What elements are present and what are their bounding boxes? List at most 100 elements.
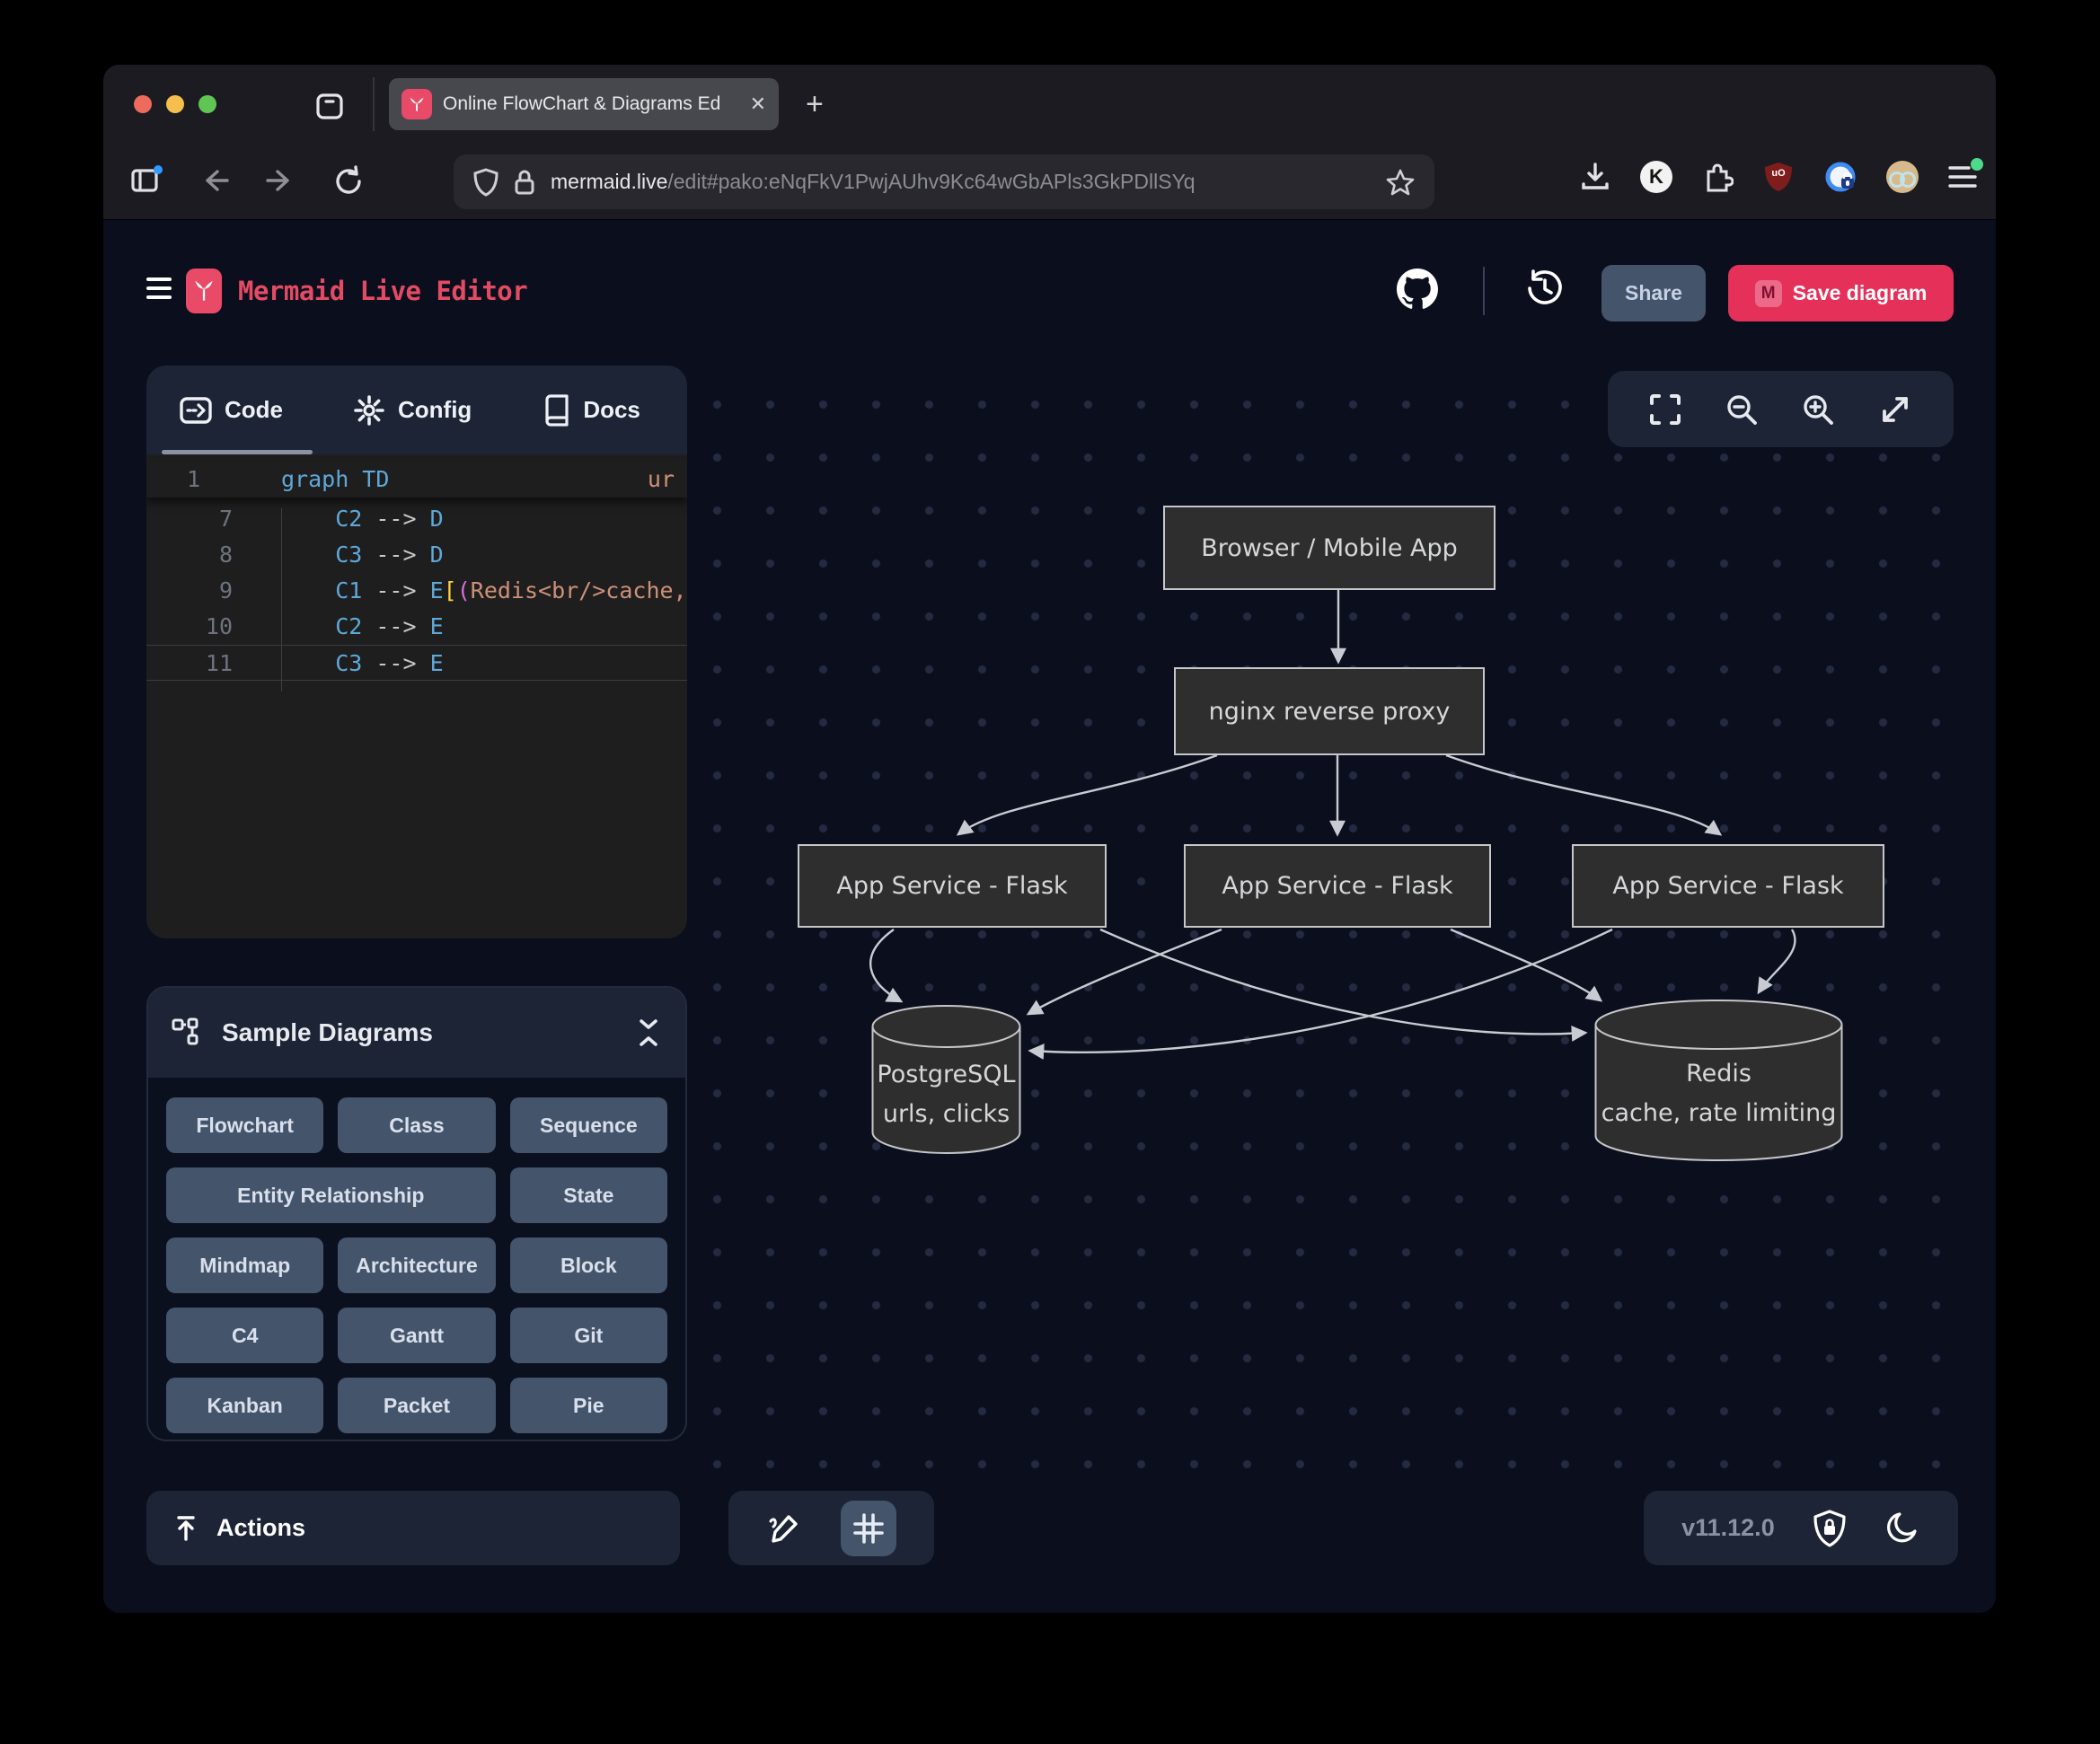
sample-button-mindmap[interactable]: Mindmap — [166, 1238, 323, 1293]
code-line-7[interactable]: 7 C2 --> D — [146, 501, 687, 537]
code-text: graph TD — [281, 462, 389, 498]
sample-diagrams-header[interactable]: Sample Diagrams — [148, 988, 685, 1078]
grid-icon — [853, 1513, 884, 1544]
extensions-puzzle-icon[interactable] — [1701, 161, 1734, 193]
bookmark-star-icon[interactable] — [1386, 168, 1415, 197]
diagram-node-flask-3[interactable]: App Service - Flask — [1572, 844, 1884, 928]
browser-tab[interactable]: Online FlowChart & Diagrams Ed ✕ — [389, 78, 779, 130]
sample-button-gantt[interactable]: Gantt — [338, 1308, 495, 1363]
zoom-out-icon[interactable] — [1724, 392, 1760, 427]
sample-button-sequence[interactable]: Sequence — [510, 1097, 667, 1153]
mermaid-logo — [186, 269, 222, 313]
collapse-icon[interactable] — [635, 1017, 662, 1048]
app-menu-icon[interactable] — [1947, 163, 1978, 190]
mermaid-favicon — [401, 89, 432, 119]
actions-label: Actions — [216, 1514, 305, 1542]
back-icon[interactable] — [198, 165, 230, 196]
diagram-node-browser[interactable]: Browser / Mobile App — [1163, 506, 1496, 590]
diagram-node-nginx[interactable]: nginx reverse proxy — [1174, 667, 1485, 755]
sample-button-block[interactable]: Block — [510, 1238, 667, 1293]
code-line-8[interactable]: 8 C3 --> D — [146, 537, 687, 573]
book-icon — [542, 394, 570, 427]
actions-export-icon — [170, 1512, 202, 1545]
ublock-icon[interactable]: uO — [1762, 161, 1795, 193]
tab-config[interactable]: Config — [353, 394, 472, 427]
line-number: 10 — [146, 609, 236, 645]
avatar-icon[interactable] — [1886, 161, 1919, 193]
code-text: C2 --> D — [281, 501, 444, 537]
tab-title: Online FlowChart & Diagrams Ed — [443, 93, 739, 115]
line-number: 8 — [146, 537, 236, 573]
diagram-node-flask-2[interactable]: App Service - Flask — [1184, 844, 1491, 928]
node-label: nginx reverse proxy — [1209, 698, 1451, 726]
diagram-node-flask-1[interactable]: App Service - Flask — [798, 844, 1107, 928]
grid-toggle-active[interactable] — [841, 1501, 896, 1556]
node-label: Browser / Mobile App — [1201, 534, 1458, 562]
url-bar[interactable]: mermaid.live/edit#pako:eNqFkV1PwjAUhv9Kc… — [454, 154, 1434, 209]
minimize-window-button[interactable] — [166, 95, 184, 113]
code-line-10[interactable]: 10 C2 --> E — [146, 609, 687, 645]
code-text: C1 --> E[(Redis<br/>cache, — [281, 573, 687, 609]
zoom-in-icon[interactable] — [1800, 392, 1836, 427]
canvas-controls — [1608, 371, 1954, 447]
svg-text:uO: uO — [1771, 168, 1786, 179]
sample-button-architecture[interactable]: Architecture — [338, 1238, 495, 1293]
tab-overview-icon[interactable] — [315, 91, 344, 121]
sample-button-entity-relationship[interactable]: Entity Relationship — [166, 1167, 496, 1223]
node-label: Redis — [1594, 1054, 1843, 1094]
overflow-fragment: ur — [648, 462, 675, 498]
sample-button-state[interactable]: State — [510, 1167, 667, 1223]
code-line-1[interactable]: 1 graph TD ur — [146, 462, 687, 498]
code-line-9[interactable]: 9 C1 --> E[(Redis<br/>cache, — [146, 573, 687, 609]
line-number: 11 — [146, 646, 236, 680]
tab-code[interactable]: Code — [180, 396, 283, 424]
app-menu-hamburger-icon[interactable] — [146, 277, 172, 299]
sample-button-class[interactable]: Class — [338, 1097, 495, 1153]
zoom-window-button[interactable] — [199, 95, 216, 113]
history-icon[interactable] — [1525, 269, 1565, 308]
password-manager-icon[interactable] — [1823, 160, 1857, 194]
canvas-tool-toggle — [728, 1491, 934, 1565]
share-button[interactable]: Share — [1601, 265, 1706, 321]
sample-button-c4[interactable]: C4 — [166, 1308, 323, 1363]
node-sublabel: cache, rate limiting — [1594, 1094, 1843, 1133]
lock-icon[interactable] — [513, 168, 536, 197]
sidebar-toggle-icon[interactable] — [130, 165, 163, 194]
new-tab-button[interactable]: + — [806, 84, 824, 124]
fullscreen-icon[interactable] — [1648, 392, 1682, 427]
tracking-shield-icon[interactable] — [473, 168, 499, 197]
download-icon[interactable] — [1579, 161, 1611, 193]
sample-button-pie[interactable]: Pie — [510, 1378, 667, 1433]
line-number: 1 — [146, 462, 236, 498]
browser-toolbar: mermaid.live/edit#pako:eNqFkV1PwjAUhv9Kc… — [103, 144, 1996, 220]
share-label: Share — [1625, 281, 1682, 305]
kagi-extension-icon[interactable]: K — [1640, 161, 1672, 193]
reload-icon[interactable] — [332, 165, 365, 198]
tab-docs[interactable]: Docs — [542, 394, 640, 427]
sample-diagrams-title: Sample Diagrams — [222, 1018, 433, 1047]
sample-button-packet[interactable]: Packet — [338, 1378, 495, 1433]
code-line-11[interactable]: 11 C3 --> E — [146, 645, 687, 681]
diagram-node-postgresql[interactable]: PostgreSQL urls, clicks — [871, 1003, 1021, 1156]
edit-pen-icon[interactable] — [766, 1511, 802, 1546]
code-editor[interactable]: 1 graph TD ur7 C2 --> D8 C3 --> D9 C1 --> … — [146, 454, 687, 938]
close-window-button[interactable] — [134, 95, 152, 113]
resize-pane-icon[interactable] — [1877, 392, 1913, 427]
tab-close-icon[interactable]: ✕ — [750, 92, 766, 116]
url-text[interactable]: mermaid.live/edit#pako:eNqFkV1PwjAUhv9Kc… — [551, 170, 1372, 194]
editor-tabs: Code Config Docs — [146, 366, 687, 454]
code-text: C3 --> E — [281, 646, 444, 680]
sample-button-kanban[interactable]: Kanban — [166, 1378, 323, 1433]
sample-button-git[interactable]: Git — [510, 1308, 667, 1363]
sample-button-flowchart[interactable]: Flowchart — [166, 1097, 323, 1153]
version-label: v11.12.0 — [1681, 1514, 1775, 1542]
forward-icon[interactable] — [265, 165, 297, 196]
code-text: C2 --> E — [281, 609, 444, 645]
diagram-node-redis[interactable]: Redis cache, rate limiting — [1594, 999, 1843, 1163]
actions-bar[interactable]: Actions — [146, 1491, 680, 1565]
browser-titlebar: Online FlowChart & Diagrams Ed ✕ + — [103, 65, 1996, 144]
save-diagram-button[interactable]: M Save diagram — [1728, 265, 1954, 321]
github-icon[interactable] — [1397, 269, 1438, 310]
security-shield-icon[interactable] — [1813, 1510, 1847, 1547]
dark-mode-moon-icon[interactable] — [1884, 1511, 1920, 1546]
